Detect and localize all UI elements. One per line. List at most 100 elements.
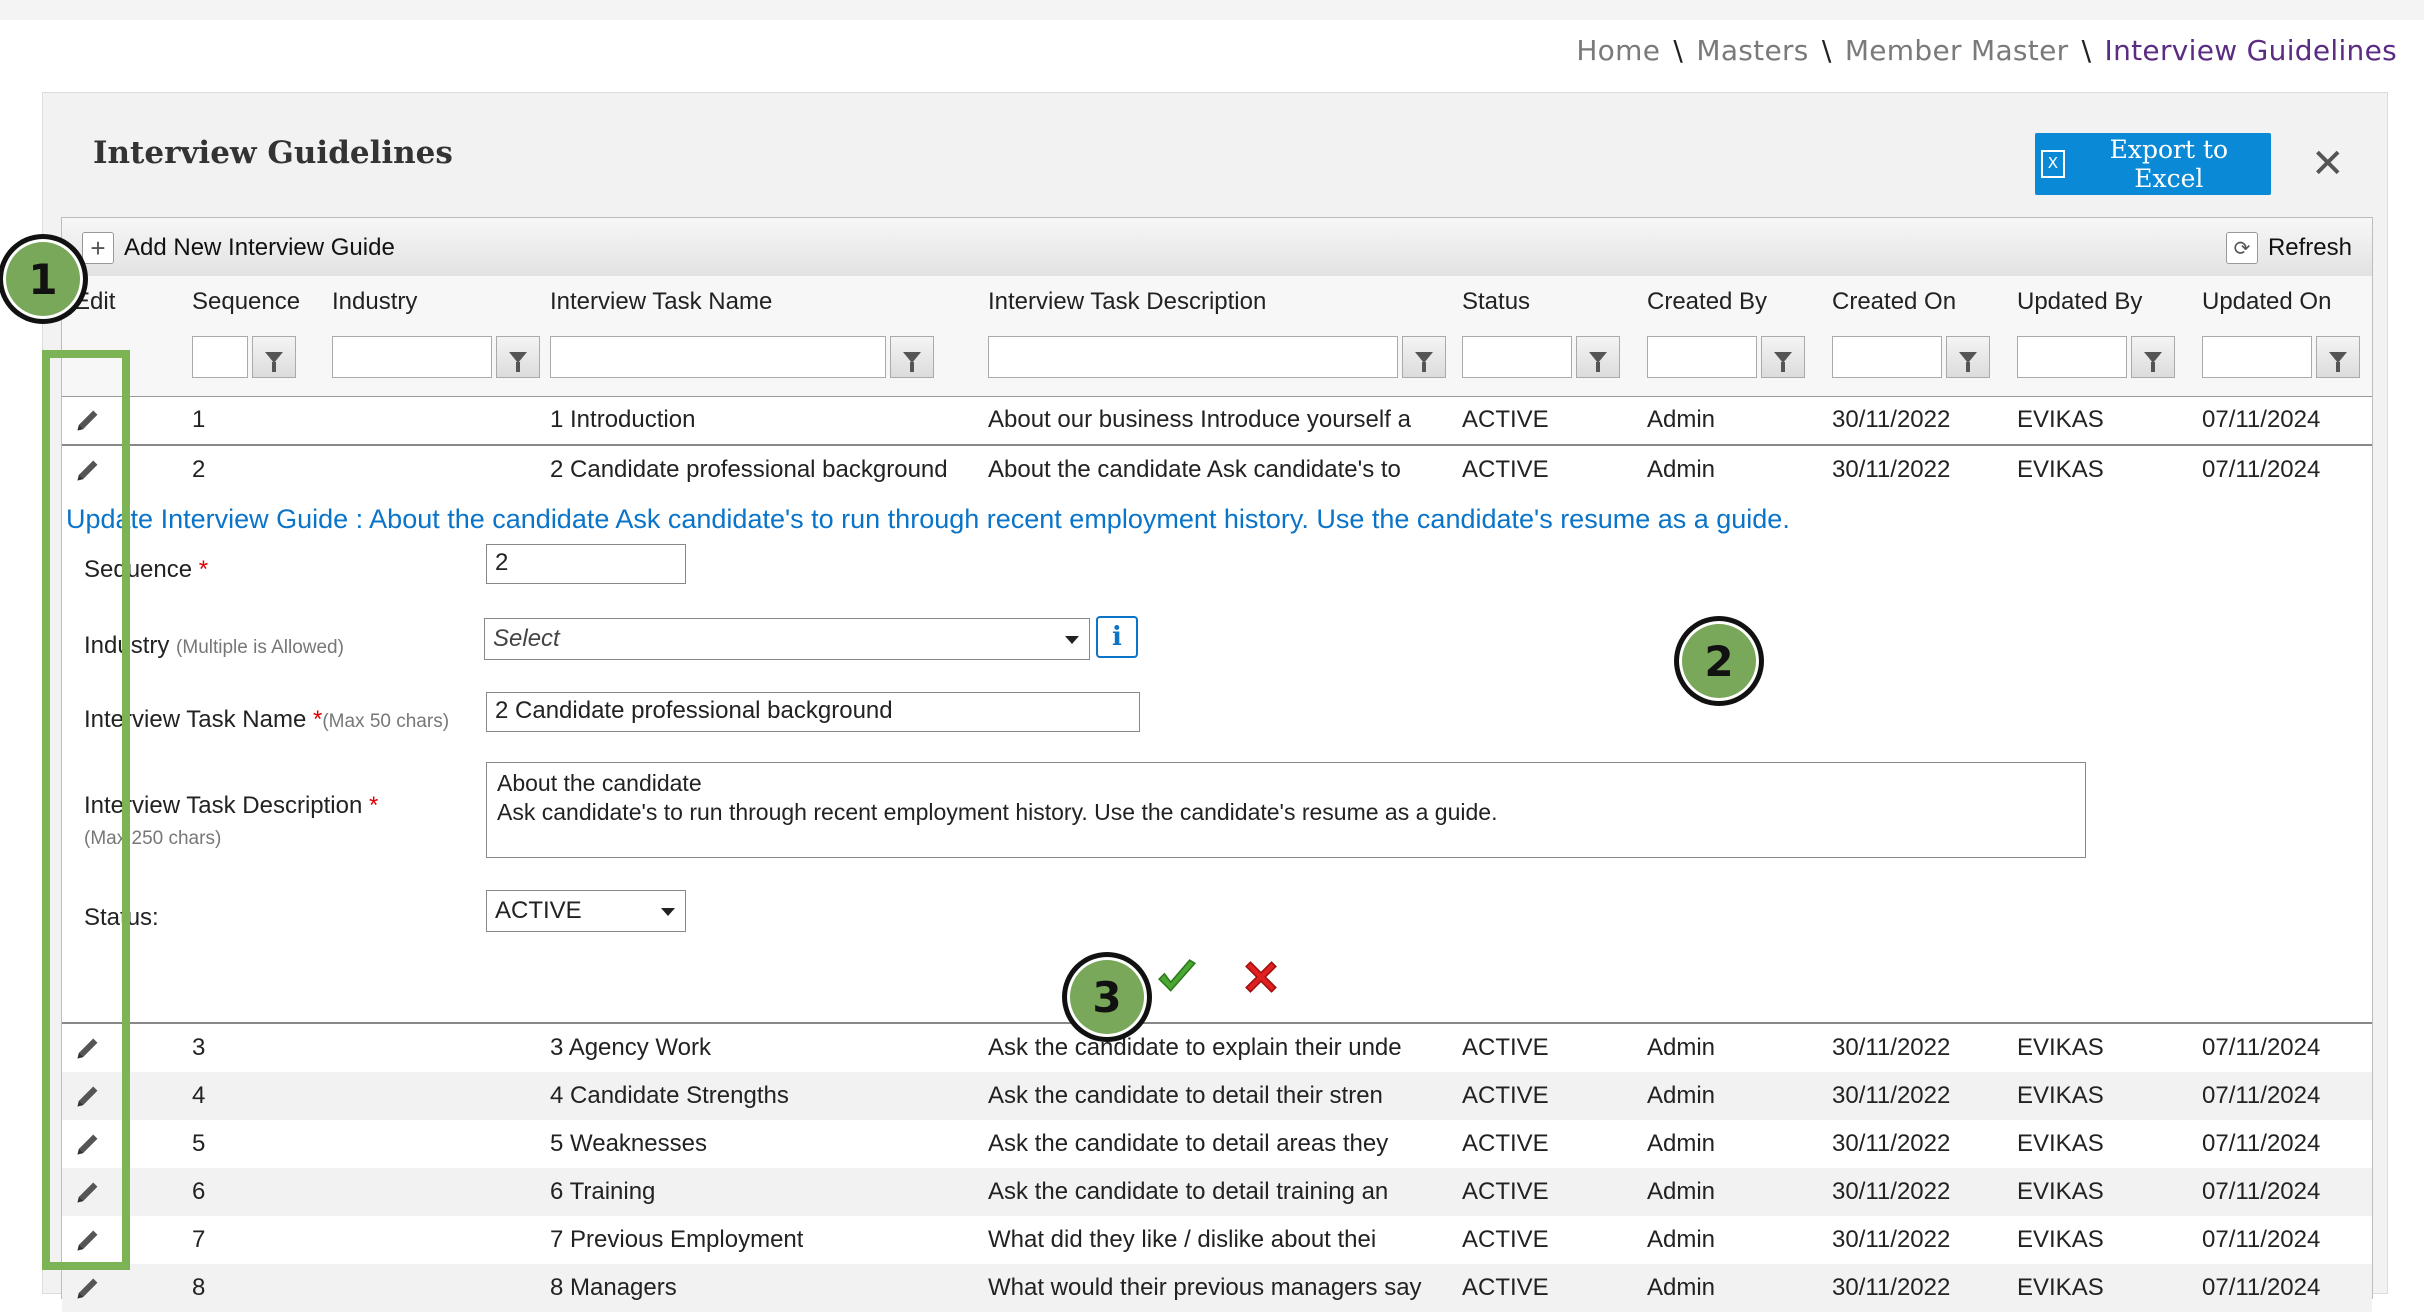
task-description-textarea[interactable]: About the candidate Ask candidate's to r…: [486, 762, 2086, 858]
filter-icon: [1959, 351, 1977, 372]
filter-input-created-by[interactable]: [1647, 336, 1757, 378]
task-name-input[interactable]: 2 Candidate professional background: [486, 692, 1140, 732]
cell-sequence: 5: [192, 1130, 206, 1157]
cell-sequence: 4: [192, 1082, 206, 1109]
breadcrumb-home[interactable]: Home: [1576, 34, 1660, 67]
cell-task-name: 2 Candidate professional background: [550, 456, 948, 483]
cell-updated-on: 07/11/2024: [2202, 1130, 2321, 1157]
breadcrumb-member-master[interactable]: Member Master: [1845, 34, 2069, 67]
industry-select[interactable]: Select: [484, 618, 1090, 660]
filter-input-updated-by[interactable]: [2017, 336, 2127, 378]
column-header-created-on[interactable]: Created On: [1832, 288, 1956, 316]
task-name-label: Interview Task Name *(Max 50 chars): [84, 706, 449, 734]
status-select-value: ACTIVE: [495, 897, 582, 924]
cell-status: ACTIVE: [1462, 456, 1549, 483]
filter-button-updated-on[interactable]: [2316, 336, 2360, 378]
filter-icon: [2329, 351, 2347, 372]
cell-status: ACTIVE: [1462, 1034, 1549, 1061]
column-header-created-by[interactable]: Created By: [1647, 288, 1767, 316]
column-header-sequence[interactable]: Sequence: [192, 288, 300, 316]
filter-button-created-by[interactable]: [1761, 336, 1805, 378]
interview-guidelines-panel: Interview Guidelines X Export to Excel ✕…: [42, 92, 2388, 1312]
filter-input-created-on[interactable]: [1832, 336, 1942, 378]
filter-icon: [903, 351, 921, 372]
cell-created-by: Admin: [1647, 1130, 1716, 1157]
cell-task-name: 6 Training: [550, 1178, 656, 1205]
cell-updated-on: 07/11/2024: [2202, 1274, 2321, 1301]
cell-task-name: 5 Weaknesses: [550, 1130, 707, 1157]
save-check-icon[interactable]: [1156, 958, 1198, 996]
cell-status: ACTIVE: [1462, 1274, 1549, 1301]
filter-button-status[interactable]: [1576, 336, 1620, 378]
filter-input-task-description[interactable]: [988, 336, 1398, 378]
filter-input-sequence[interactable]: [192, 336, 248, 378]
cell-created-by: Admin: [1647, 1274, 1716, 1301]
cell-created-on: 30/11/2022: [1832, 1034, 1951, 1061]
cancel-x-icon[interactable]: [1242, 958, 1280, 996]
add-new-interview-guide-button[interactable]: + Add New Interview Guide: [82, 230, 395, 266]
filter-icon: [509, 351, 527, 372]
filter-icon: [1589, 351, 1607, 372]
cell-sequence: 6: [192, 1178, 206, 1205]
table-row: 1 1 Introduction About our business Intr…: [62, 396, 2372, 444]
column-header-updated-on[interactable]: Updated On: [2202, 288, 2331, 316]
cell-created-on: 30/11/2022: [1832, 1130, 1951, 1157]
cell-updated-by: EVIKAS: [2017, 1034, 2104, 1061]
grid-filter-row: [62, 324, 2372, 397]
column-header-task-name[interactable]: Interview Task Name: [550, 288, 772, 316]
cell-sequence: 2: [192, 456, 206, 483]
update-interview-guide-form: Update Interview Guide : About the candi…: [62, 492, 2372, 1024]
filter-button-task-name[interactable]: [890, 336, 934, 378]
status-select[interactable]: ACTIVE: [486, 890, 686, 932]
cell-task-name: 8 Managers: [550, 1274, 677, 1301]
cell-updated-by: EVIKAS: [2017, 406, 2104, 433]
filter-button-sequence[interactable]: [252, 336, 296, 378]
page-title: Interview Guidelines: [93, 135, 453, 171]
column-header-status[interactable]: Status: [1462, 288, 1530, 316]
breadcrumb-current: Interview Guidelines: [2104, 34, 2397, 67]
required-mark: *: [312, 706, 323, 733]
cell-updated-by: EVIKAS: [2017, 1082, 2104, 1109]
cell-task-description: About the candidate Ask candidate's to: [988, 456, 1401, 483]
cell-updated-on: 07/11/2024: [2202, 1178, 2321, 1205]
filter-input-status[interactable]: [1462, 336, 1572, 378]
pencil-icon[interactable]: [74, 1274, 102, 1302]
cell-created-by: Admin: [1647, 1226, 1716, 1253]
cell-sequence: 7: [192, 1226, 206, 1253]
cell-task-name: 3 Agency Work: [550, 1034, 711, 1061]
info-icon[interactable]: i: [1096, 616, 1138, 658]
filter-icon: [2144, 351, 2162, 372]
cell-sequence: 8: [192, 1274, 206, 1301]
cell-updated-by: EVIKAS: [2017, 1226, 2104, 1253]
breadcrumb-separator: \: [2081, 34, 2092, 67]
refresh-button[interactable]: ⟳ Refresh: [2225, 230, 2352, 266]
filter-button-updated-by[interactable]: [2131, 336, 2175, 378]
cell-created-on: 30/11/2022: [1832, 1274, 1951, 1301]
cell-task-name: 7 Previous Employment: [550, 1226, 804, 1253]
cell-status: ACTIVE: [1462, 1226, 1549, 1253]
sequence-input[interactable]: 2: [486, 544, 686, 584]
cell-updated-on: 07/11/2024: [2202, 456, 2321, 483]
column-header-updated-by[interactable]: Updated By: [2017, 288, 2142, 316]
filter-input-task-name[interactable]: [550, 336, 886, 378]
filter-input-updated-on[interactable]: [2202, 336, 2312, 378]
cell-created-by: Admin: [1647, 1034, 1716, 1061]
filter-button-industry[interactable]: [496, 336, 540, 378]
task-description-line: Ask candidate's to run through recent em…: [497, 799, 1498, 825]
column-header-industry[interactable]: Industry: [332, 288, 417, 316]
cell-created-by: Admin: [1647, 1082, 1716, 1109]
filter-button-task-description[interactable]: [1402, 336, 1446, 378]
filter-icon: [265, 351, 283, 372]
filter-button-created-on[interactable]: [1946, 336, 1990, 378]
industry-hint: (Multiple is Allowed): [176, 637, 344, 658]
close-icon[interactable]: ✕: [2311, 141, 2345, 187]
column-header-task-description[interactable]: Interview Task Description: [988, 288, 1266, 316]
breadcrumb-masters[interactable]: Masters: [1696, 34, 1808, 67]
filter-input-industry[interactable]: [332, 336, 492, 378]
grid-toolbar: + Add New Interview Guide ⟳ Refresh: [62, 218, 2372, 277]
chevron-down-icon: [1065, 636, 1079, 644]
export-to-excel-button[interactable]: X Export to Excel: [2035, 133, 2271, 195]
cell-updated-on: 07/11/2024: [2202, 1226, 2321, 1253]
cell-task-description: Ask the candidate to detail their stren: [988, 1082, 1383, 1109]
cell-task-name: 4 Candidate Strengths: [550, 1082, 789, 1109]
